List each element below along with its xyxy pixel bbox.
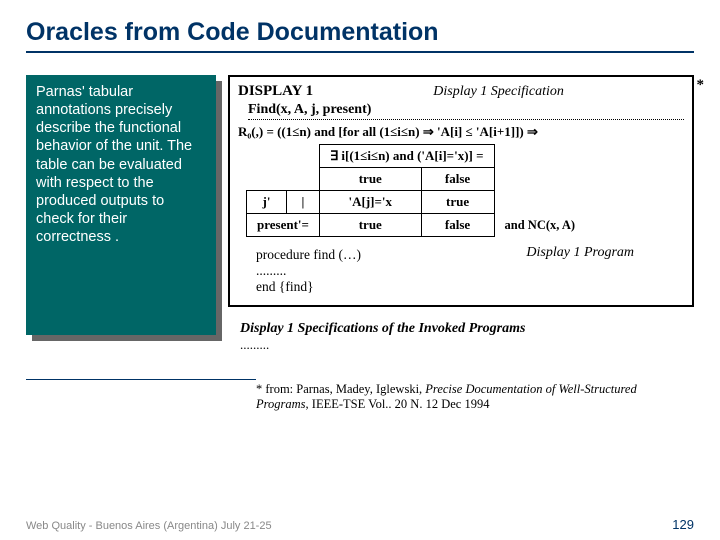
display-subtitle: Display 1 Specification — [313, 84, 684, 100]
slide-number: 129 — [672, 517, 694, 532]
invoked-heading: Display 1 Specifications of the Invoked … — [240, 321, 694, 337]
program-label: Display 1 Program — [526, 245, 634, 261]
citation-tail: , IEEE-TSE Vol.. 20 N. 12 Dec 1994 — [306, 397, 490, 411]
asterisk-marker: * — [697, 77, 705, 94]
footer: Web Quality - Buenos Aires (Argentina) J… — [26, 517, 694, 532]
row-j-true: 'A[j]='x — [319, 191, 421, 214]
row-j-label: j' — [247, 191, 287, 214]
proc-dots: ......... — [256, 263, 684, 279]
footnote-rule — [26, 379, 256, 380]
col-true: true — [319, 168, 421, 191]
row-present-false: false — [421, 214, 494, 237]
display-box: * DISPLAY 1 Display 1 Specification Find… — [228, 75, 694, 307]
display-label: DISPLAY 1 — [238, 83, 313, 100]
col-false: false — [421, 168, 494, 191]
invoked-dots: ......... — [240, 337, 694, 353]
slide-title: Oracles from Code Documentation — [26, 18, 694, 53]
sidebox-text: Parnas' tabular annotations precisely de… — [26, 75, 216, 335]
spec-area: * DISPLAY 1 Display 1 Specification Find… — [228, 75, 694, 353]
row-j-false: true — [421, 191, 494, 214]
citation: * from: Parnas, Madey, Iglewski, Precise… — [256, 382, 676, 412]
main-content: Parnas' tabular annotations precisely de… — [26, 75, 694, 353]
nc-cell: and NC(x, A) — [494, 214, 585, 237]
citation-lead: * from: Parnas, Madey, Iglewski, — [256, 382, 425, 396]
r0-line: R₀(,) = ((1≤n) and [for all (1≤i≤n) ⇒ 'A… — [238, 124, 684, 140]
row-present-label: present'= — [247, 214, 320, 237]
row-j-sep: | — [286, 191, 319, 214]
row-present-true: true — [319, 214, 421, 237]
find-signature: Find(x, A, j, present) — [248, 102, 684, 120]
table-header-span: ∃ i[(1≤i≤n) and ('A[i]='x)] = — [319, 145, 494, 168]
spec-table: ∃ i[(1≤i≤n) and ('A[i]='x)] = true false… — [246, 144, 586, 237]
program-block: Display 1 Program procedure find (…) ...… — [256, 247, 684, 295]
footer-left: Web Quality - Buenos Aires (Argentina) J… — [26, 520, 272, 532]
proc-end: end {find} — [256, 279, 684, 295]
sidebox-container: Parnas' tabular annotations precisely de… — [26, 75, 216, 335]
